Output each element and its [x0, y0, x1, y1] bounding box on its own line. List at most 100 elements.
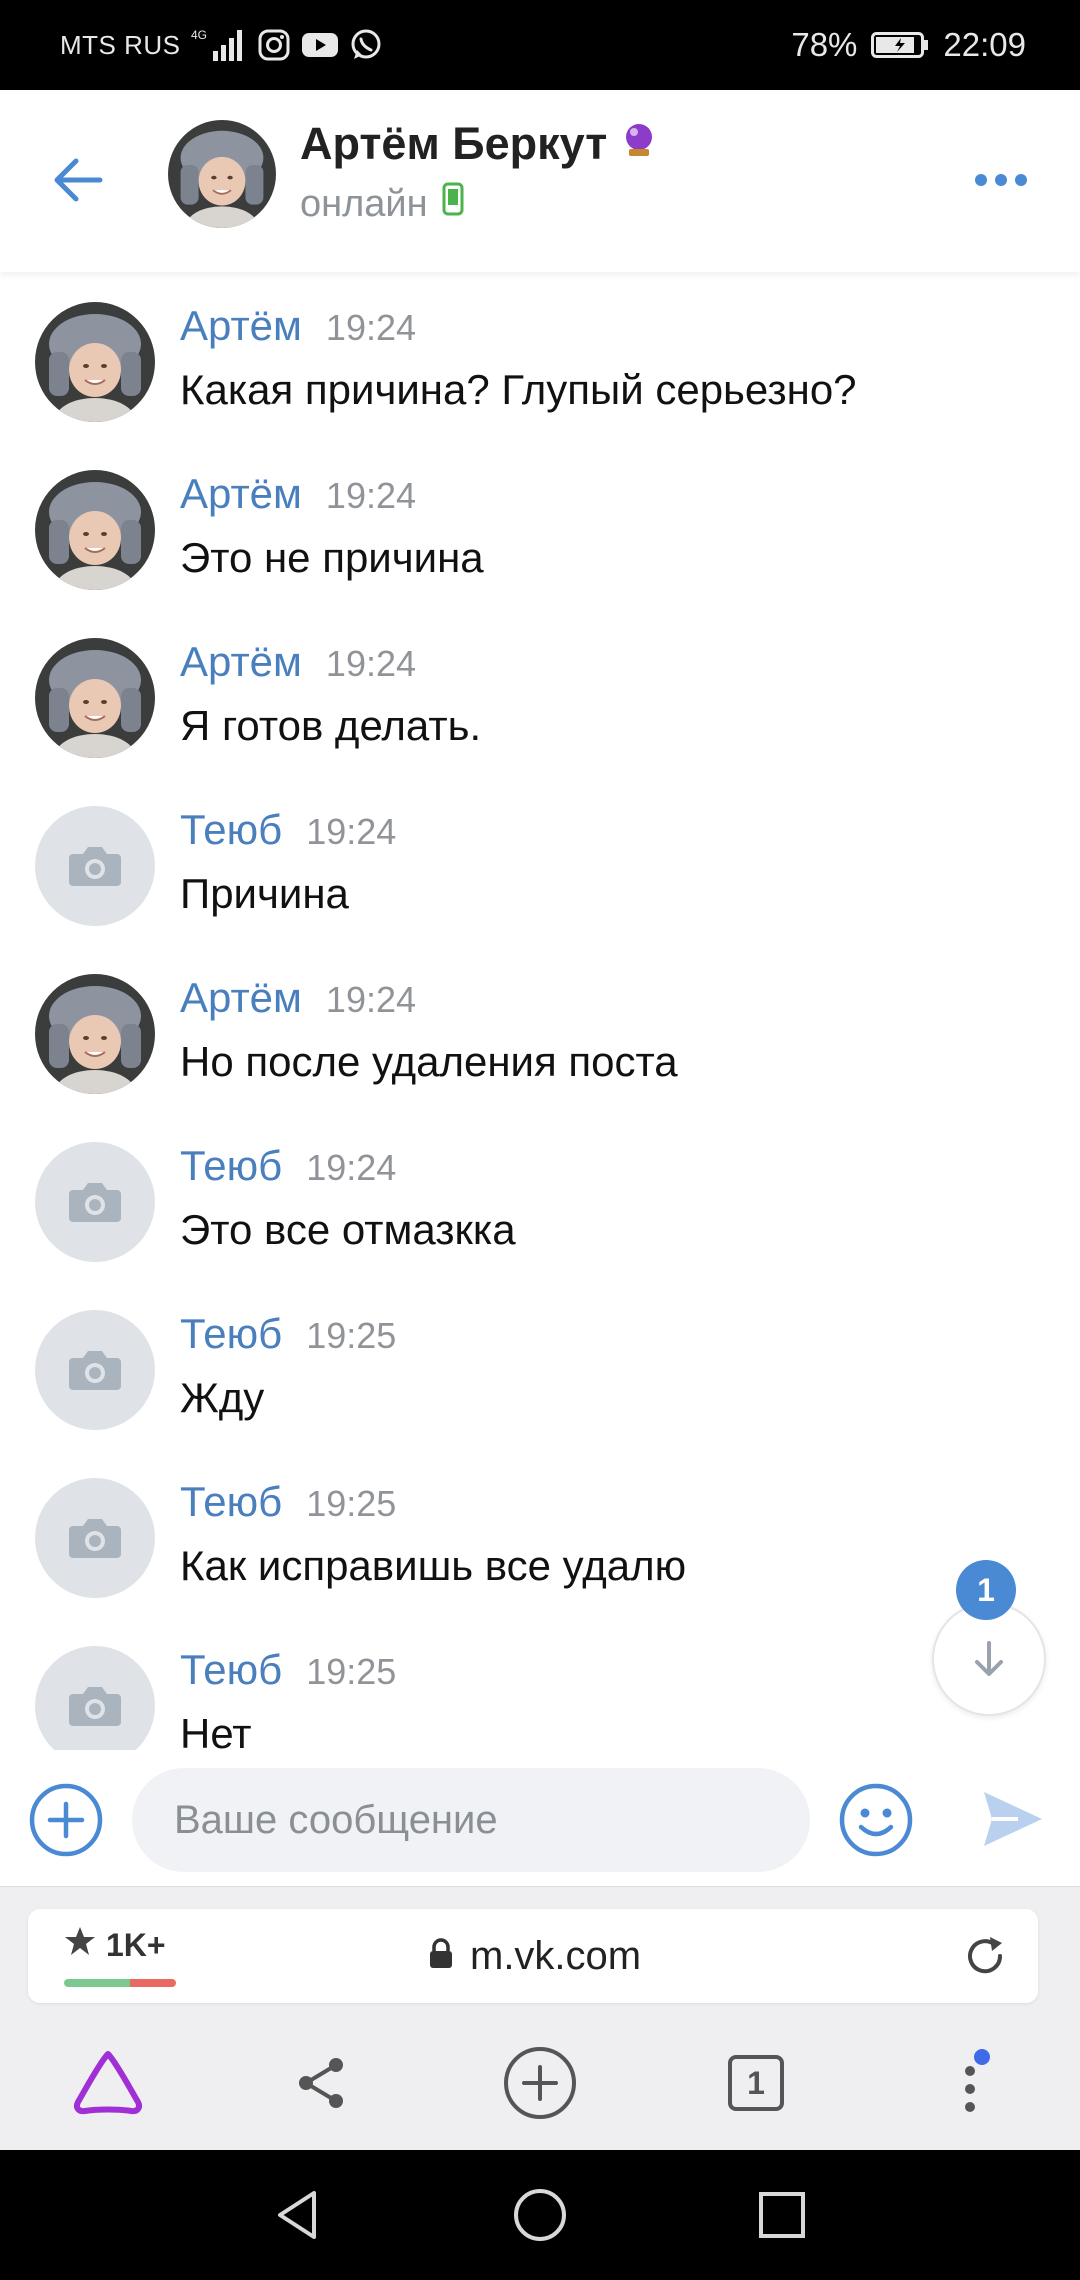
- send-button[interactable]: [978, 1784, 1048, 1854]
- message-text: Это все отмазкка: [180, 1206, 516, 1253]
- share-icon: [299, 2058, 343, 2108]
- instagram-icon: [257, 28, 291, 62]
- message-text: Это не причина: [180, 534, 484, 581]
- contact-name: Артём Беркут: [300, 118, 608, 169]
- message-text: Как исправишь все удалю: [180, 1542, 687, 1589]
- message-item[interactable]: Теюб 19:25 Как исправишь все удалю: [0, 1466, 1080, 1634]
- crystal-ball-icon: [621, 118, 657, 170]
- unread-badge: 1: [956, 1560, 1016, 1620]
- sender-avatar[interactable]: [35, 302, 155, 422]
- battery-icon: [871, 30, 929, 60]
- new-tab-button[interactable]: [500, 2043, 580, 2123]
- emoji-button[interactable]: [838, 1782, 914, 1858]
- sender-avatar[interactable]: [35, 1646, 155, 1750]
- message-item[interactable]: Артём 19:24 Это не причина: [0, 458, 1080, 626]
- system-home-button[interactable]: [510, 2185, 570, 2245]
- url-text[interactable]: m.vk.com: [470, 1934, 641, 1979]
- rating-count: 1K+: [106, 1926, 166, 1963]
- browser-toolbar: 1K+ m.vk.com 1: [0, 1886, 1080, 2151]
- kebab-menu-icon: [965, 2049, 990, 2112]
- status-bar: MTS RUS 4G 78% 22:09: [0, 0, 1080, 90]
- mobile-online-icon: [442, 182, 464, 226]
- plus-circle-icon: [29, 1783, 103, 1857]
- sender-avatar[interactable]: [35, 470, 155, 590]
- message-author[interactable]: Теюб: [180, 1646, 282, 1694]
- signal-icon: 4G: [191, 27, 247, 63]
- message-item[interactable]: Теюб 19:24 Это все отмазкка: [0, 1130, 1080, 1298]
- message-author[interactable]: Теюб: [180, 1310, 282, 1358]
- message-time: 19:24: [325, 979, 417, 1020]
- message-time: 19:24: [306, 1147, 397, 1188]
- share-button[interactable]: [282, 2043, 362, 2123]
- back-button[interactable]: [44, 146, 112, 214]
- network-label: 4G: [191, 28, 207, 42]
- arrow-down-icon: [975, 1641, 1003, 1676]
- square-recents-icon: [759, 2192, 805, 2238]
- battery-percent: 78%: [791, 26, 858, 63]
- message-author[interactable]: Артём: [180, 974, 302, 1022]
- triangle-back-icon: [278, 2191, 316, 2239]
- message-time: 19:25: [306, 1651, 397, 1692]
- message-item[interactable]: Теюб 19:25 Нет: [0, 1634, 1080, 1750]
- message-time: 19:25: [306, 1315, 397, 1356]
- star-icon: [64, 1925, 96, 1965]
- sender-avatar[interactable]: [35, 1478, 155, 1598]
- whatsapp-icon: [349, 28, 383, 62]
- circle-home-icon: [514, 2189, 566, 2241]
- message-text: Нет: [180, 1710, 252, 1750]
- system-recents-button[interactable]: [752, 2185, 812, 2245]
- chat-header: Артём Беркут онлайн: [0, 90, 1080, 272]
- address-bar[interactable]: 1K+ m.vk.com: [28, 1909, 1038, 2003]
- tabs-button[interactable]: 1: [716, 2043, 796, 2123]
- message-time: 19:24: [325, 643, 417, 684]
- lock-icon: [428, 1934, 454, 1979]
- message-author[interactable]: Артём: [180, 302, 302, 350]
- site-rating[interactable]: 1K+: [64, 1925, 166, 1965]
- system-back-button[interactable]: [268, 2185, 328, 2245]
- message-text: Но после удаления поста: [180, 1038, 678, 1085]
- message-author[interactable]: Теюб: [180, 806, 282, 854]
- message-time: 19:24: [325, 307, 417, 348]
- message-text: Я готов делать.: [180, 702, 482, 749]
- message-author[interactable]: Артём: [180, 470, 302, 518]
- message-author[interactable]: Теюб: [180, 1478, 282, 1526]
- reload-button[interactable]: [960, 1931, 1010, 1981]
- message-author[interactable]: Теюб: [180, 1142, 282, 1190]
- send-icon: [984, 1792, 1042, 1846]
- camera-icon: [69, 1687, 121, 1726]
- attach-button[interactable]: [28, 1782, 104, 1858]
- browser-nav: 1: [0, 2027, 1080, 2137]
- message-item[interactable]: Артём 19:24 Я готов делать.: [0, 626, 1080, 794]
- message-item[interactable]: Артём 19:24 Но после удаления поста: [0, 962, 1080, 1130]
- message-item[interactable]: Теюб 19:25 Жду: [0, 1298, 1080, 1466]
- arrow-left-icon: [54, 158, 103, 202]
- message-text: Жду: [180, 1374, 265, 1421]
- sender-avatar[interactable]: [35, 974, 155, 1094]
- smile-icon: [839, 1783, 913, 1857]
- sender-avatar[interactable]: [35, 806, 155, 926]
- youtube-icon: [301, 30, 339, 60]
- clock: 22:09: [943, 26, 1026, 63]
- message-time: 19:25: [306, 1483, 397, 1524]
- sender-avatar[interactable]: [35, 638, 155, 758]
- message-item[interactable]: Теюб 19:24 Причина: [0, 794, 1080, 962]
- message-input[interactable]: [132, 1768, 810, 1872]
- contact-avatar[interactable]: [168, 120, 276, 228]
- online-status: онлайн: [300, 182, 428, 225]
- message-author[interactable]: Артём: [180, 638, 302, 686]
- message-text: Причина: [180, 870, 349, 917]
- sender-avatar[interactable]: [35, 1310, 155, 1430]
- camera-icon: [69, 1183, 121, 1222]
- menu-button[interactable]: [930, 2043, 1010, 2123]
- plus-circle-icon: [504, 2047, 576, 2119]
- sender-avatar[interactable]: [35, 1142, 155, 1262]
- carrier-label: MTS RUS: [60, 29, 181, 60]
- message-item[interactable]: Артём 19:24 Какая причина? Глупый серьез…: [0, 290, 1080, 458]
- alice-button[interactable]: [68, 2043, 148, 2123]
- tabs-icon: 1: [728, 2055, 784, 2111]
- camera-icon: [69, 1519, 121, 1558]
- more-button[interactable]: [966, 160, 1036, 200]
- message-list[interactable]: Артём 19:24 Какая причина? Глупый серьез…: [0, 290, 1080, 1750]
- message-composer: [0, 1760, 1080, 1880]
- tabs-count: 1: [747, 2064, 765, 2101]
